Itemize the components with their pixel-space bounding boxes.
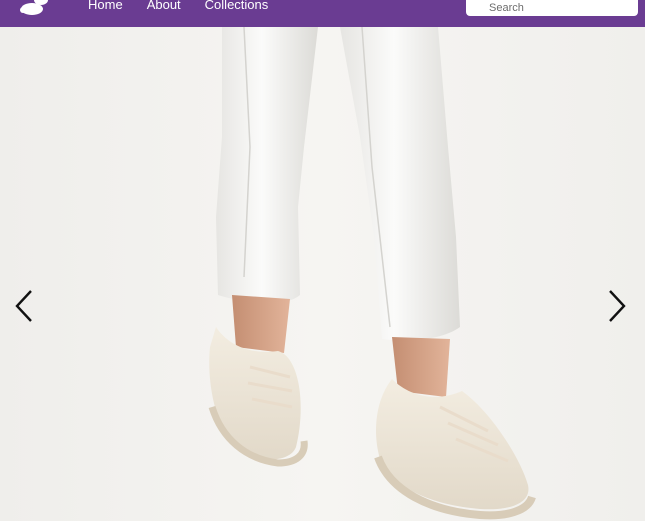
search-input[interactable]: [466, 0, 638, 16]
slide-image: [208, 27, 536, 520]
hero-carousel: [0, 27, 645, 521]
chevron-right-icon: [609, 290, 626, 322]
top-navbar: Home About Collections: [0, 0, 645, 27]
main-nav: Home About Collections: [88, 0, 268, 13]
chevron-left-icon: [15, 290, 32, 322]
carousel-prev-button[interactable]: [13, 289, 37, 323]
nav-link-collections[interactable]: Collections: [205, 0, 269, 13]
carousel-next-button[interactable]: [604, 289, 628, 323]
logo-icon[interactable]: [18, 0, 52, 20]
nav-link-home[interactable]: Home: [88, 0, 123, 13]
nav-link-about[interactable]: About: [147, 0, 181, 13]
